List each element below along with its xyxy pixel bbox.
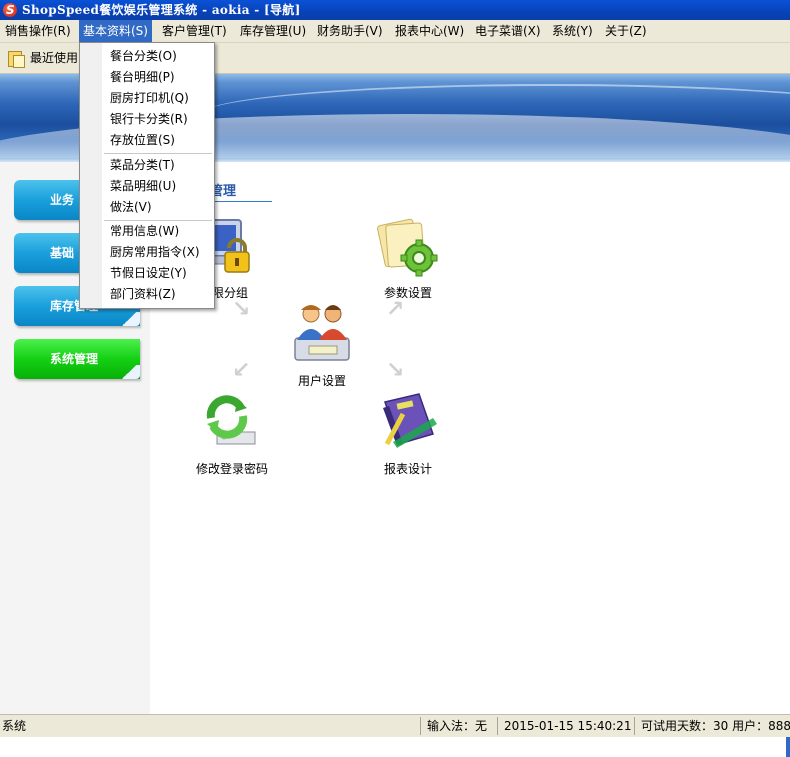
nav-system-label: 系统管理 <box>50 352 99 366</box>
nav-system-management[interactable]: 系统管理 <box>14 339 140 379</box>
menu-item-dish-detail[interactable]: 菜品明细(U) <box>110 176 176 196</box>
menu-basic-data[interactable]: 基本资料(S) <box>79 20 152 42</box>
menu-item-kitchen-printer[interactable]: 厨房打印机(Q) <box>110 88 189 108</box>
taskbar-edge <box>786 737 790 757</box>
menu-about[interactable]: 关于(Z) <box>601 20 651 42</box>
menu-item-dish-category[interactable]: 菜品分类(T) <box>110 155 175 175</box>
status-datetime: 2015-01-15 15:40:21 <box>497 717 631 735</box>
recent-documents-icon <box>8 51 25 68</box>
menu-item-holiday-settings[interactable]: 节假日设定(Y) <box>110 263 187 283</box>
tile-params-label: 参数设置 <box>383 286 432 300</box>
status-module: 系统 <box>2 719 27 733</box>
menu-customer[interactable]: 客户管理(T) <box>158 20 231 42</box>
menu-item-cooking-method[interactable]: 做法(V) <box>110 197 152 217</box>
menu-item-common-info[interactable]: 常用信息(W) <box>110 221 179 241</box>
documents-gear-icon <box>373 212 443 282</box>
menu-separator <box>104 153 212 154</box>
arrow-down-left-icon: ↙ <box>232 358 251 383</box>
title-bar: ShopSpeed餐饮娱乐管理系统 - aokia - [导航] <box>0 0 790 20</box>
menu-finance[interactable]: 财务助手(V) <box>313 20 387 42</box>
menu-reports[interactable]: 报表中心(W) <box>391 20 468 42</box>
arrow-down-right-icon-2: ↘ <box>386 358 405 383</box>
tile-change-password[interactable]: * 修改登录密码 <box>172 388 292 477</box>
menu-inventory[interactable]: 库存管理(U) <box>236 20 310 42</box>
tile-report-design[interactable]: 报表设计 <box>348 388 468 477</box>
refresh-password-icon: * <box>197 388 267 458</box>
tile-report-label: 报表设计 <box>383 462 432 476</box>
menu-system[interactable]: 系统(Y) <box>548 20 597 42</box>
status-bar: 系统 输入法：无 2015-01-15 15:40:21 可试用天数：30 用户… <box>0 714 790 737</box>
menu-item-table-detail[interactable]: 餐台明细(P) <box>110 67 175 87</box>
arrow-up-right-icon: ↗ <box>386 297 405 322</box>
menu-item-bank-card-category[interactable]: 银行卡分类(R) <box>110 109 188 129</box>
tile-password-label: 修改登录密码 <box>195 462 268 476</box>
tile-user-settings[interactable]: 用户设置 <box>262 300 382 389</box>
window-title: ShopSpeed餐饮娱乐管理系统 - aokia - [导航] <box>22 3 301 17</box>
menu-bar: 销售操作(R) 基本资料(S) 客户管理(T) 库存管理(U) 财务助手(V) … <box>0 20 790 43</box>
basic-data-dropdown: 餐台分类(O) 餐台明细(P) 厨房打印机(Q) 银行卡分类(R) 存放位置(S… <box>79 42 215 309</box>
menu-item-department[interactable]: 部门资料(Z) <box>110 284 176 304</box>
nav-business-label: 业务 <box>50 193 75 207</box>
main-content: 管理 权限分组 参数设置 用户设置 * 修改登录密码 报表设计 ↘ ↗ ↙ ↘ <box>150 162 790 714</box>
status-ime: 输入法：无 <box>420 717 487 735</box>
bottom-strip <box>0 737 790 757</box>
menu-item-table-category[interactable]: 餐台分类(O) <box>110 46 177 66</box>
users-icon <box>287 300 357 370</box>
tile-users-label: 用户设置 <box>297 374 346 388</box>
report-book-icon <box>373 388 443 458</box>
arrow-down-right-icon: ↘ <box>232 297 251 322</box>
nav-basic-label: 基础 <box>50 246 75 260</box>
recent-label: 最近使用 <box>30 51 79 65</box>
status-trial-info: 可试用天数：30 用户：888 <box>634 717 790 735</box>
menu-sales[interactable]: 销售操作(R) <box>1 20 75 42</box>
menu-item-storage-location[interactable]: 存放位置(S) <box>110 130 175 150</box>
section-title: 管理 <box>210 180 272 202</box>
app-logo-icon <box>3 0 17 20</box>
tile-parameter-settings[interactable]: 参数设置 <box>348 212 468 301</box>
menu-e-menu[interactable]: 电子菜谱(X) <box>471 20 545 42</box>
menu-item-kitchen-commands[interactable]: 厨房常用指令(X) <box>110 242 200 262</box>
